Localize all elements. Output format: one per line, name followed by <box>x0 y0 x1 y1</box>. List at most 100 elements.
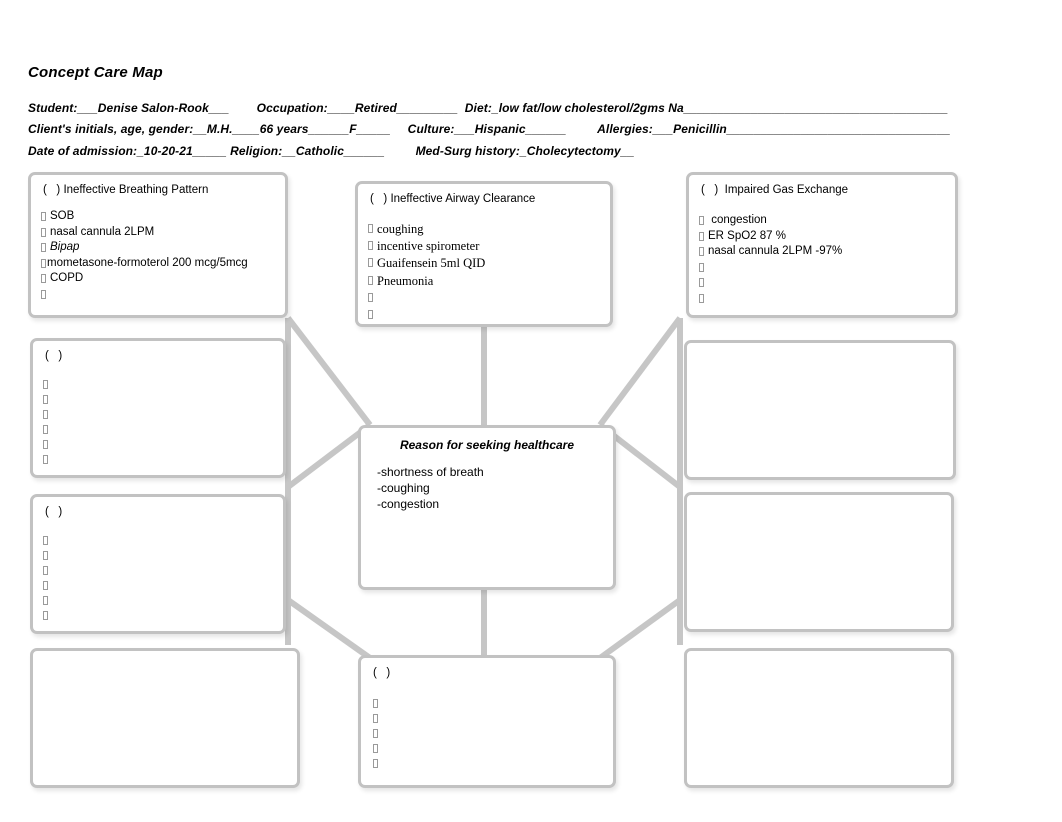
list-item <box>368 307 485 324</box>
node-bottom-center-blank[interactable]: ( ) <box>358 655 616 788</box>
node-item-list <box>373 696 382 771</box>
bullet-icon <box>368 290 377 306</box>
bullet-icon <box>43 608 52 623</box>
occupation-value: ____Retired_________ <box>327 101 458 115</box>
list-item: nasal cannula 2LPM <box>41 225 248 241</box>
node-title: ( ) <box>45 506 63 518</box>
bullet-icon <box>43 392 52 407</box>
bullet-icon <box>43 437 52 452</box>
header-line-admission: Date of admission:_10-20-21_____ Religio… <box>28 144 634 158</box>
list-item <box>43 533 52 548</box>
culture-label: Culture: <box>407 122 455 136</box>
bullet-icon <box>41 209 50 225</box>
node-reason-for-seeking-healthcare[interactable]: Reason for seeking healthcare -shortness… <box>358 425 616 590</box>
religion-value: __Catholic______ <box>282 144 385 158</box>
connector-lowerleft-to-bottomcenter <box>286 597 372 661</box>
node-ineffective-airway-clearance[interactable]: ( ) Ineffective Airway Clearance coughin… <box>355 181 613 327</box>
page-title: Concept Care Map <box>28 64 163 81</box>
list-item <box>43 422 52 437</box>
list-item <box>373 741 382 756</box>
bullet-icon <box>41 271 50 287</box>
list-item: Pneumonia <box>368 273 485 290</box>
node-title: ( ) <box>373 667 391 679</box>
list-item: ER SpO2 87 % <box>699 229 842 245</box>
node-middle-left-blank[interactable]: ( ) <box>30 338 286 478</box>
list-item <box>699 260 842 276</box>
node-title: ( ) <box>45 350 63 362</box>
bullet-icon <box>41 225 50 241</box>
bullet-icon <box>368 273 377 289</box>
bullet-icon <box>43 533 52 548</box>
list-item <box>373 696 382 711</box>
node-item-list: congestion ER SpO2 87 % nasal cannula 2L… <box>699 213 842 307</box>
bullet-icon <box>373 711 382 726</box>
list-item <box>41 287 248 303</box>
bullet-icon <box>373 756 382 771</box>
bullet-icon <box>699 244 708 260</box>
diet-value: _low fat/low cholesterol/2gms Na________… <box>491 101 949 115</box>
node-lower-left-blank[interactable]: ( ) <box>30 494 286 634</box>
client-initials-value: __M.H.____66 years______F_____ <box>193 122 391 136</box>
medsurg-label: Med-Surg history: <box>415 144 520 158</box>
concept-care-map-page: Concept Care Map Student:___Denise Salon… <box>0 0 1062 822</box>
bullet-icon <box>43 548 52 563</box>
bullet-icon <box>373 726 382 741</box>
connector-gas-diagonal <box>597 316 683 427</box>
bullet-icon <box>43 407 52 422</box>
religion-label: Religion: <box>230 144 283 158</box>
node-title: ( ) Ineffective Airway Clearance <box>370 193 536 205</box>
node-ineffective-breathing-pattern[interactable]: ( ) Ineffective Breathing Pattern SOB na… <box>28 172 288 318</box>
list-item <box>373 711 382 726</box>
node-item-list <box>43 377 52 467</box>
list-item <box>368 290 485 307</box>
bullet-icon <box>368 307 377 323</box>
client-initials-label: Client's initials, age, gender: <box>28 122 194 136</box>
list-item: Guaifensein 5ml QID <box>368 255 485 272</box>
node-item-list: -shortness of breath -coughing -congesti… <box>377 464 484 512</box>
list-item <box>43 407 52 422</box>
list-item <box>373 756 382 771</box>
list-item <box>699 275 842 291</box>
bullet-icon <box>699 213 708 229</box>
node-lower-right-blank[interactable] <box>684 492 954 632</box>
list-item <box>373 726 382 741</box>
bullet-icon <box>41 240 50 256</box>
occupation-label: Occupation: <box>256 101 328 115</box>
header-line-student: Student:___Denise Salon-Rook___ Occupati… <box>28 101 948 115</box>
node-middle-right-blank[interactable] <box>684 340 956 480</box>
connector-lowerright-to-bottomcenter <box>598 597 682 661</box>
list-item <box>43 452 52 467</box>
bullet-icon <box>699 275 708 291</box>
bullet-icon <box>699 291 708 307</box>
medsurg-value: _Cholecytectomy__ <box>519 144 635 158</box>
list-item <box>43 563 52 578</box>
node-title: Reason for seeking healthcare <box>399 438 575 452</box>
bullet-icon <box>43 452 52 467</box>
bullet-icon <box>43 578 52 593</box>
node-impaired-gas-exchange[interactable]: ( ) Impaired Gas Exchange congestion ER … <box>686 172 958 318</box>
header-line-client: Client's initials, age, gender:__M.H.___… <box>28 122 950 136</box>
list-item: SOB <box>41 209 248 225</box>
admission-label: Date of admission: <box>28 144 138 158</box>
bullet-icon <box>43 422 52 437</box>
list-item: -coughing <box>377 481 430 495</box>
node-title: ( ) Impaired Gas Exchange <box>701 184 849 196</box>
node-item-list: coughing incentive spirometer Guaifensei… <box>368 221 485 324</box>
list-item <box>43 608 52 623</box>
bullet-icon <box>368 238 377 254</box>
bullet-icon <box>368 221 377 237</box>
list-item <box>699 291 842 307</box>
list-item <box>43 578 52 593</box>
node-bottom-right-blank[interactable] <box>684 648 954 788</box>
node-title: ( ) Ineffective Breathing Pattern <box>43 184 209 196</box>
bullet-icon <box>41 287 50 303</box>
list-item <box>43 377 52 392</box>
list-item: Bipap <box>41 240 248 256</box>
bullet-icon <box>699 229 708 245</box>
bullet-icon <box>43 593 52 608</box>
connector-breathing-diagonal <box>285 316 373 427</box>
allergies-value: ___Penicillin___________________________… <box>652 122 951 136</box>
bullet-icon <box>43 377 52 392</box>
node-bottom-left-blank[interactable] <box>30 648 300 788</box>
diet-label: Diet: <box>464 101 492 115</box>
